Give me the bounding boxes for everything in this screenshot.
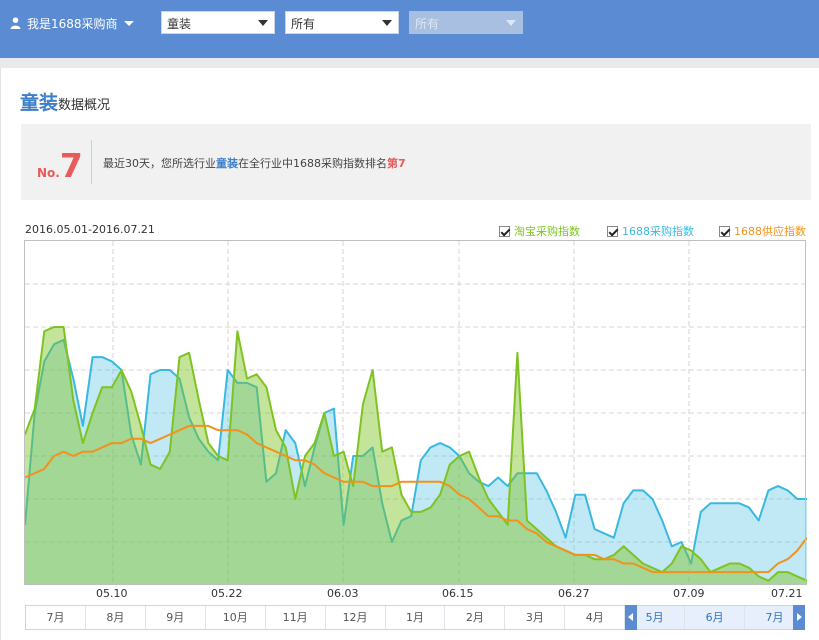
rank-text-rank: 第7 [387,157,406,170]
section-title: 童装数据概况 [20,88,110,115]
legend-taobao[interactable]: 淘宝采购指数 [499,223,580,239]
user-role-menu[interactable]: 我是1688采购商 [10,13,134,33]
rank-text-before: 最近30天，您所选行业 [103,157,216,170]
x-tick-label: 06.03 [327,587,359,600]
timeline-month[interactable]: 11月 [265,606,326,629]
legend-1688-supply-label: 1688供应指数 [734,225,806,238]
timeline-month[interactable]: 2月 [445,606,506,629]
rank-description: 最近30天，您所选行业童装在全行业中1688采购指数排名第7 [103,155,406,171]
rank-text-industry: 童装 [216,157,238,170]
chevron-right-icon [797,613,802,621]
timeline-month[interactable]: 8月 [85,606,146,629]
x-tick-label: 06.27 [558,587,590,600]
user-role-label: 我是1688采购商 [27,16,118,31]
top-bar: 我是1688采购商 童装 所有 所有 [0,0,819,58]
timeline-month[interactable]: 9月 [145,606,206,629]
timeline-month[interactable]: 10月 [205,606,266,629]
legend-1688-supply[interactable]: 1688供应指数 [719,223,806,239]
timeline-month[interactable]: 12月 [325,606,386,629]
timeline-month[interactable]: 3月 [505,606,566,629]
timeline-month[interactable]: 1月 [385,606,446,629]
chevron-down-icon [506,20,516,26]
x-tick-label: 05.22 [211,587,243,600]
rank-number: 7 [59,146,83,185]
rank-prefix: No. [37,166,60,180]
timeline-month[interactable]: 6月 [685,606,746,629]
user-icon [10,17,21,29]
checkbox-checked-icon[interactable] [719,225,730,237]
subcategory2-select: 所有 [409,11,523,34]
x-tick-label: 07.09 [673,587,705,600]
rank-badge: No.7 [37,146,83,185]
timeline-next-button[interactable] [793,605,805,630]
rank-text-middle: 在全行业中1688采购指数排名 [238,157,387,170]
rank-divider [91,140,92,184]
legend-1688-purchase[interactable]: 1688采购指数 [607,223,694,239]
subcategory-select-value: 所有 [291,17,316,31]
header-separator [0,58,819,68]
category-select-value: 童装 [167,17,192,31]
chevron-down-icon [258,20,268,26]
timeline-prev-button[interactable] [625,605,637,630]
chart-date-range: 2016.05.01-2016.07.21 [25,223,155,236]
legend-taobao-label: 淘宝采购指数 [514,225,580,238]
checkbox-checked-icon[interactable] [499,225,510,237]
rank-summary: No.7 最近30天，您所选行业童装在全行业中1688采购指数排名第7 [21,124,811,200]
x-tick-label: 06.15 [442,587,474,600]
subcategory-select[interactable]: 所有 [285,11,399,34]
timeline-month[interactable]: 7月 [26,606,86,629]
chevron-down-icon [123,20,134,26]
section-title-text: 数据概况 [58,98,111,113]
index-trend-chart [24,240,807,585]
chevron-down-icon [382,20,392,26]
timeline-month[interactable]: 4月 [565,606,626,629]
month-timeline: 7月 8月 9月 10月 11月 12月 1月 2月 3月 4月 5月 6月 7月 [25,605,805,630]
chevron-left-icon [628,613,633,621]
x-tick-label: 05.10 [96,587,128,600]
checkbox-checked-icon[interactable] [607,225,618,237]
category-select[interactable]: 童装 [161,11,275,34]
subcategory2-select-value: 所有 [415,17,440,31]
x-tick-label: 07.21 [771,587,803,600]
section-title-industry: 童装 [20,92,59,114]
legend-1688-purchase-label: 1688采购指数 [622,225,694,238]
